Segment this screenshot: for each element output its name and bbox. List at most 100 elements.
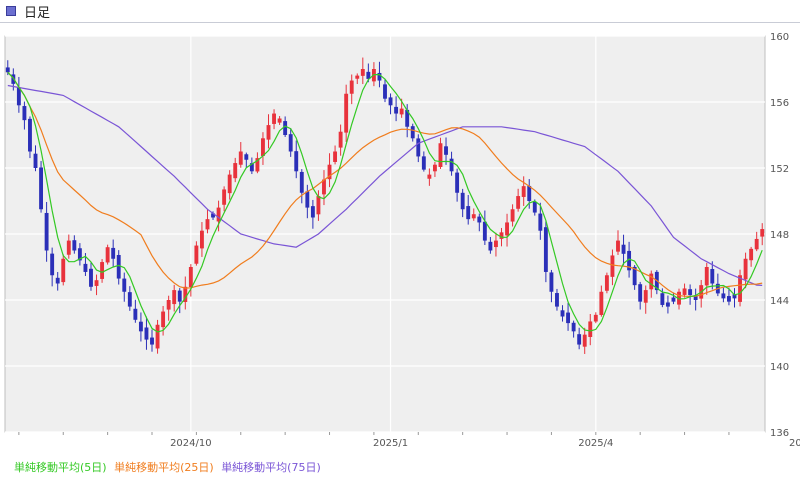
candle-body (427, 174, 432, 179)
candle-body (616, 240, 620, 252)
candle-body (155, 324, 160, 349)
candle-body (555, 293, 559, 307)
candle-body (432, 164, 437, 172)
candle-body (100, 262, 105, 279)
candle-body (44, 212, 49, 251)
candle-body (360, 69, 365, 76)
candle-body (477, 216, 482, 223)
candle-body (704, 267, 709, 286)
candle-body (593, 314, 598, 322)
candle-body (438, 143, 443, 167)
x-tick-label: 2025/1 (373, 438, 408, 449)
candle-body (383, 84, 387, 99)
chart-square-icon (6, 6, 16, 16)
candle-body (66, 240, 71, 255)
candle-body (532, 201, 537, 213)
candle-body (727, 296, 731, 302)
chart-title: 日足 (24, 6, 51, 21)
candle-body (266, 125, 271, 140)
y-tick-label: 160 (770, 32, 789, 43)
candle-body (566, 312, 571, 324)
candle-body (749, 248, 754, 261)
legend-ma25: 単純移動平均(25日) (114, 461, 214, 474)
candle-body (482, 221, 487, 241)
candle-body (105, 247, 110, 263)
candle-body (610, 255, 615, 277)
candle-body (638, 284, 643, 302)
candle-body (288, 134, 293, 152)
candle-body (111, 247, 116, 259)
candle-body (199, 230, 204, 249)
candle-body (416, 138, 421, 157)
candle-body (510, 209, 515, 222)
y-tick-label: 144 (770, 296, 789, 307)
candle-body (172, 290, 177, 305)
candle-body (516, 196, 521, 209)
candle-body (33, 153, 38, 168)
candle-body (410, 126, 415, 139)
candle-body (55, 277, 60, 284)
candle-body (150, 337, 154, 345)
x-tick-label: 2025/7 (789, 438, 800, 449)
chart-header: 日足 (0, 0, 800, 23)
y-tick-label: 136 (770, 428, 789, 439)
y-tick-label: 152 (770, 164, 789, 175)
candle-body (527, 185, 532, 201)
candle-body (338, 131, 343, 148)
candle-body (421, 156, 426, 170)
candle-body (577, 334, 582, 345)
candle-body (133, 308, 138, 320)
candle-body (344, 93, 349, 133)
y-tick-label: 148 (770, 230, 789, 241)
candle-body (22, 106, 27, 121)
x-tick-label: 2024/10 (170, 438, 212, 449)
candle-body (549, 272, 554, 292)
candle-body (166, 300, 171, 310)
candle-body (521, 186, 526, 197)
candle-body (571, 322, 576, 332)
candle-body (643, 290, 648, 303)
candle-body (333, 151, 338, 162)
candle-body (444, 146, 448, 155)
candle-body (671, 297, 676, 302)
candle-body (316, 196, 321, 215)
candle-body (227, 174, 232, 194)
candle-body (621, 244, 626, 254)
candle-body (743, 258, 748, 280)
candle-body (294, 151, 299, 172)
candle-body (466, 206, 471, 220)
candle-body (94, 280, 99, 286)
candle-body (272, 113, 276, 124)
candle-body (488, 241, 493, 251)
candle-body (460, 192, 465, 210)
candle-body (144, 327, 149, 340)
candle-body (754, 238, 759, 250)
candle-body (233, 163, 238, 179)
candle-body (399, 108, 404, 115)
candle-body (299, 171, 304, 193)
chart-legend: 単純移動平均(5日) 単純移動平均(25日) 単純移動平均(75日) (14, 459, 325, 475)
candle-body (682, 288, 687, 295)
candle-body (388, 97, 393, 106)
candle-body (127, 292, 132, 307)
candle-body (5, 67, 10, 73)
candle-body (665, 302, 670, 307)
candle-body (721, 293, 726, 299)
candle-body (122, 278, 127, 292)
candle-body (238, 151, 243, 165)
candle-body (449, 158, 454, 172)
y-tick-label: 156 (770, 98, 789, 109)
candle-body (710, 269, 715, 284)
candle-body (222, 189, 227, 205)
candle-body (688, 289, 693, 296)
y-tick-label: 140 (770, 362, 789, 373)
candle-body (543, 227, 548, 272)
candle-body (310, 206, 315, 218)
candle-body (349, 80, 354, 94)
candle-body (61, 258, 66, 283)
candle-body (205, 219, 210, 230)
candle-body (89, 268, 93, 287)
candle-body (277, 118, 282, 123)
candle-body (50, 253, 55, 276)
candle-body (471, 214, 476, 219)
